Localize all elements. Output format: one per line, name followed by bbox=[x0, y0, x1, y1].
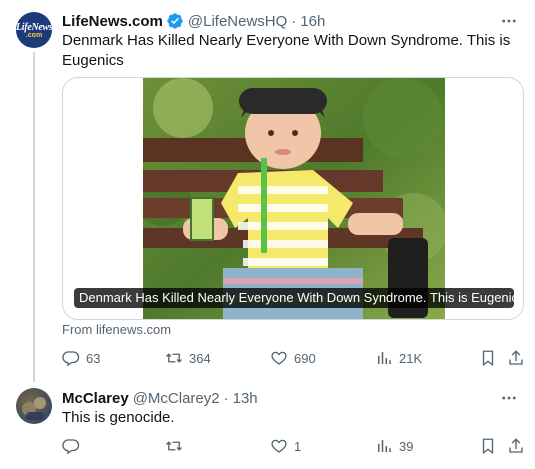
share-button[interactable] bbox=[507, 346, 525, 370]
avatar-mcclarey[interactable] bbox=[16, 388, 52, 424]
author-handle[interactable]: @LifeNewsHQ bbox=[188, 13, 287, 30]
reply-icon bbox=[62, 439, 80, 455]
reply-icon bbox=[62, 351, 80, 367]
tweet-text: Denmark Has Killed Nearly Everyone With … bbox=[62, 32, 511, 69]
like-count: 690 bbox=[294, 350, 316, 366]
reply-button[interactable] bbox=[62, 434, 80, 458]
more-icon bbox=[502, 19, 516, 23]
avatar-figure bbox=[34, 397, 46, 409]
views-button[interactable]: 39 bbox=[375, 434, 413, 458]
repost-button[interactable] bbox=[165, 434, 183, 458]
views-icon bbox=[378, 440, 391, 452]
avatar-lifenews[interactable]: LifeNews .com bbox=[16, 12, 52, 48]
repost-icon bbox=[166, 441, 182, 451]
bookmark-button[interactable] bbox=[479, 434, 497, 458]
author-handle[interactable]: @McClarey2 bbox=[133, 390, 220, 407]
reply-button[interactable]: 63 bbox=[62, 346, 100, 370]
bookmark-icon bbox=[482, 438, 494, 455]
timestamp[interactable]: 16h bbox=[300, 13, 325, 30]
timestamp[interactable]: 13h bbox=[233, 390, 258, 407]
views-count: 21K bbox=[399, 350, 423, 366]
bookmark-button[interactable] bbox=[479, 346, 497, 370]
more-icon bbox=[502, 396, 516, 400]
like-button[interactable]: 1 bbox=[270, 434, 301, 458]
link-card[interactable]: Denmark Has Killed Nearly Everyone With … bbox=[62, 77, 524, 320]
share-button[interactable] bbox=[507, 434, 525, 458]
tweet-text: This is genocide. bbox=[62, 409, 175, 426]
separator-dot: · bbox=[291, 12, 297, 30]
repost-count: 364 bbox=[189, 350, 211, 366]
tweet-header: McClarey @McClarey2 · 13h bbox=[62, 388, 258, 408]
avatar-logo-suffix: .com bbox=[25, 32, 43, 39]
repost-button[interactable]: 364 bbox=[165, 346, 211, 370]
views-icon bbox=[378, 352, 391, 364]
author-name[interactable]: McClarey bbox=[62, 390, 129, 407]
card-title: Denmark Has Killed Nearly Everyone With … bbox=[74, 288, 514, 308]
author-name[interactable]: LifeNews.com bbox=[62, 13, 163, 30]
reply-count: 63 bbox=[86, 350, 101, 366]
like-icon bbox=[271, 351, 287, 365]
action-bar: 63 364 690 21K bbox=[0, 346, 535, 370]
share-icon bbox=[509, 350, 523, 365]
repost-icon bbox=[166, 353, 182, 363]
views-count: 39 bbox=[399, 438, 414, 454]
thread-connector-line bbox=[33, 52, 35, 382]
child-on-bench-photo bbox=[143, 78, 445, 319]
more-options-button[interactable] bbox=[499, 11, 519, 31]
share-icon bbox=[509, 438, 523, 453]
tweet-header: LifeNews.com @LifeNewsHQ · 16h bbox=[62, 11, 325, 31]
card-image[interactable] bbox=[143, 78, 445, 319]
more-options-button[interactable] bbox=[499, 388, 519, 408]
card-source[interactable]: From lifenews.com bbox=[62, 322, 171, 337]
verified-badge-icon bbox=[167, 13, 183, 29]
bookmark-icon bbox=[482, 350, 494, 367]
like-button[interactable]: 690 bbox=[270, 346, 316, 370]
action-bar: 1 39 bbox=[0, 434, 535, 458]
tweet-lifenews[interactable]: LifeNews .com LifeNews.com @LifeNewsHQ ·… bbox=[0, 0, 535, 382]
views-button[interactable]: 21K bbox=[375, 346, 422, 370]
avatar-figure bbox=[26, 412, 44, 420]
like-count: 1 bbox=[294, 438, 302, 454]
tweet-mcclarey[interactable]: McClarey @McClarey2 · 13h This is genoci… bbox=[0, 380, 535, 469]
separator-dot: · bbox=[223, 389, 229, 407]
like-icon bbox=[271, 439, 287, 453]
